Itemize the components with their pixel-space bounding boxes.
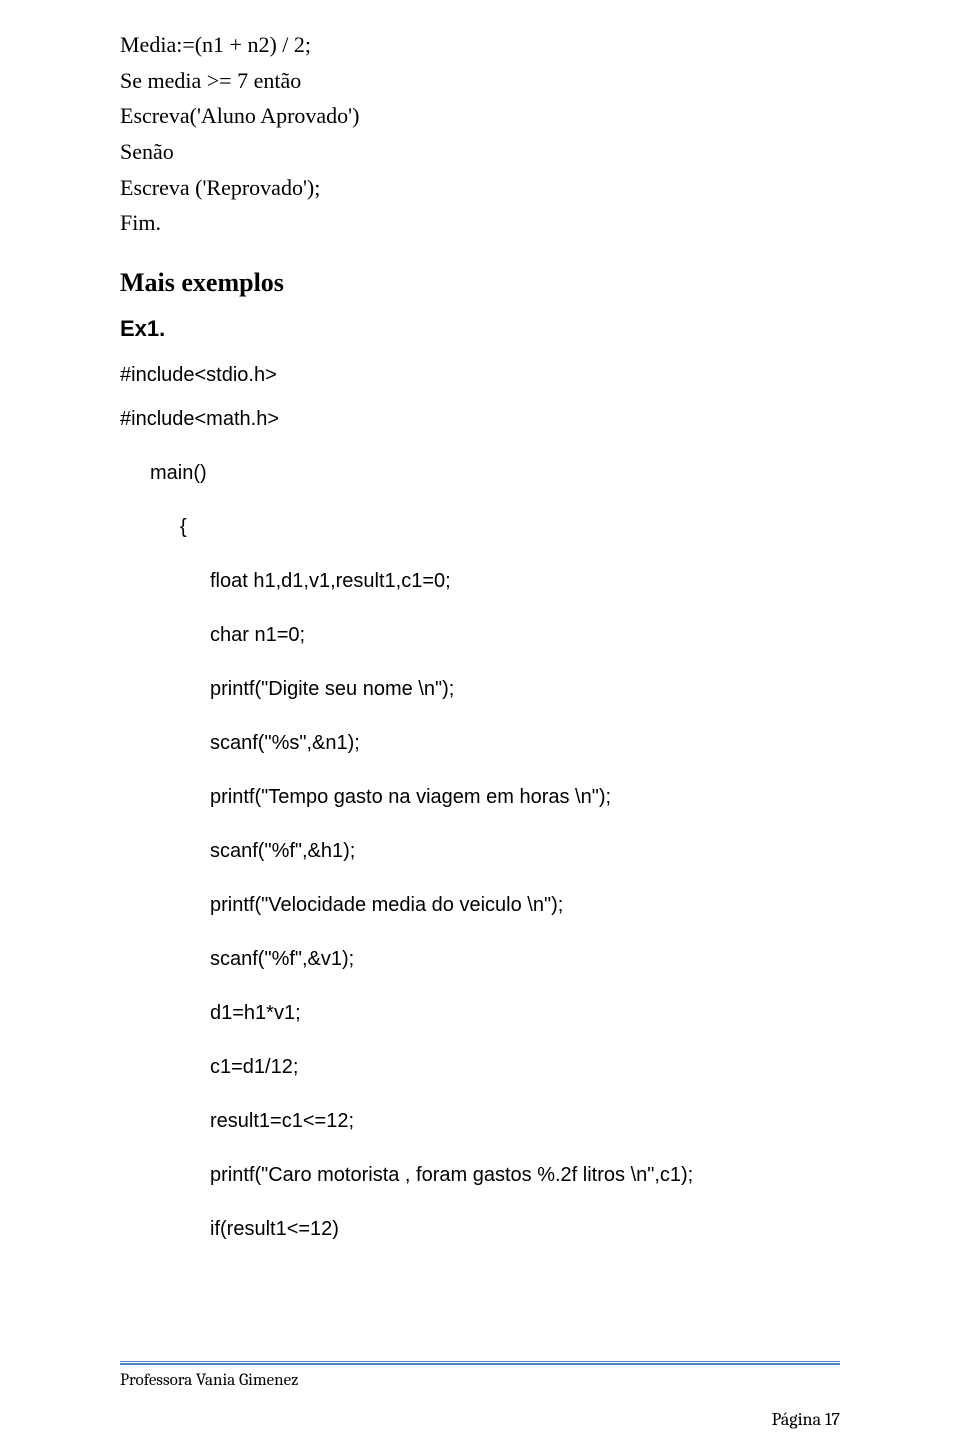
- code-line: d1=h1*v1;: [120, 1000, 840, 1026]
- page-footer: Professora Vania Gimenez: [120, 1361, 840, 1390]
- code-line: scanf("%s",&n1);: [120, 730, 840, 756]
- code-line: Escreva('Aluno Aprovado'): [120, 101, 840, 131]
- code-line: printf("Tempo gasto na viagem em horas \…: [120, 784, 840, 810]
- c-code-block: #include<stdio.h> #include<math.h> main(…: [120, 362, 840, 1242]
- code-line: float h1,d1,v1,result1,c1=0;: [120, 568, 840, 594]
- code-line: printf("Digite seu nome \n");: [120, 676, 840, 702]
- code-line: #include<math.h>: [120, 406, 840, 432]
- code-line: {: [120, 514, 840, 540]
- code-line: if(result1<=12): [120, 1216, 840, 1242]
- footer-author: Professora Vania Gimenez: [120, 1371, 840, 1390]
- code-line: scanf("%f",&h1);: [120, 838, 840, 864]
- page-number: Página 17: [772, 1409, 840, 1430]
- footer-divider: [120, 1361, 840, 1365]
- code-line: Escreva ('Reprovado');: [120, 173, 840, 203]
- code-line: c1=d1/12;: [120, 1054, 840, 1080]
- code-line: Se media >= 7 então: [120, 66, 840, 96]
- code-line: result1=c1<=12;: [120, 1108, 840, 1134]
- pseudocode-block: Media:=(n1 + n2) / 2; Se media >= 7 entã…: [120, 30, 840, 238]
- code-line: Media:=(n1 + n2) / 2;: [120, 30, 840, 60]
- example-heading: Ex1.: [120, 316, 840, 342]
- code-line: main(): [120, 460, 840, 486]
- code-line: Fim.: [120, 208, 840, 238]
- code-line: printf("Caro motorista , foram gastos %.…: [120, 1162, 840, 1188]
- code-line: printf("Velocidade media do veiculo \n")…: [120, 892, 840, 918]
- code-line: Senão: [120, 137, 840, 167]
- code-line: char n1=0;: [120, 622, 840, 648]
- code-line: scanf("%f",&v1);: [120, 946, 840, 972]
- section-heading: Mais exemplos: [120, 268, 840, 298]
- code-line: #include<stdio.h>: [120, 362, 840, 388]
